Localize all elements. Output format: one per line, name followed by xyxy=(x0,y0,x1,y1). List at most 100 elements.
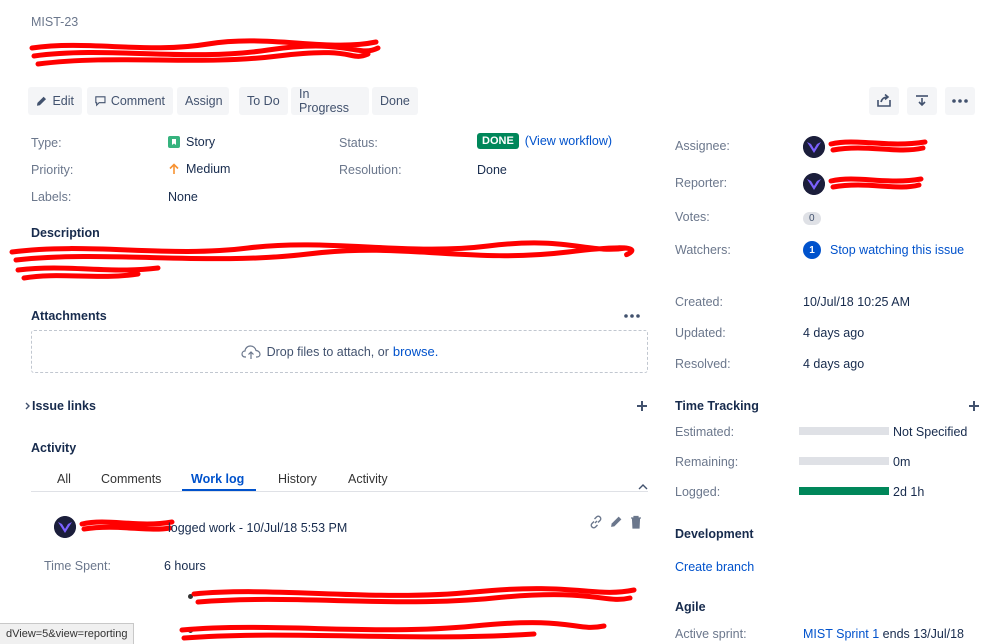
labels-value: None xyxy=(168,190,198,204)
share-button[interactable] xyxy=(869,87,899,115)
labels-label: Labels: xyxy=(31,190,72,204)
export-button[interactable] xyxy=(907,87,937,115)
in-progress-transition-button[interactable]: In Progress xyxy=(291,87,369,115)
resolved-label: Resolved: xyxy=(675,357,731,371)
stop-watching-link[interactable]: Stop watching this issue xyxy=(830,243,964,257)
active-sprint-label: Active sprint: xyxy=(675,627,747,641)
reporter-label: Reporter: xyxy=(675,176,728,190)
assignee-label: Assignee: xyxy=(675,139,730,153)
tab-history[interactable]: History xyxy=(278,472,317,486)
issue-links-toggle[interactable]: Issue links xyxy=(25,399,96,413)
status-field: DONE (View workflow) xyxy=(477,133,612,149)
watchers-field: 1 Stop watching this issue xyxy=(803,241,964,259)
redacted-worklog-author xyxy=(79,519,175,532)
create-branch-link[interactable]: Create branch xyxy=(675,560,754,574)
watchers-label: Watchers: xyxy=(675,243,731,257)
share-icon xyxy=(877,94,891,107)
issue-links-heading: Issue links xyxy=(32,399,96,413)
attachments-more-button[interactable] xyxy=(624,306,640,321)
view-workflow-link[interactable]: (View workflow) xyxy=(525,134,612,148)
comment-button[interactable]: Comment xyxy=(87,87,173,115)
resolved-value: 4 days ago xyxy=(803,357,865,371)
collapse-activity-button[interactable] xyxy=(638,478,648,493)
redacted-assignee-name xyxy=(828,139,928,153)
todo-transition-button[interactable]: To Do xyxy=(239,87,288,115)
updated-label: Updated: xyxy=(675,326,726,340)
type-value: Story xyxy=(186,135,216,149)
sprint-ends: ends 13/Jul/18 xyxy=(882,627,964,641)
redacted-summary xyxy=(29,38,381,67)
resolution-value: Done xyxy=(477,163,507,177)
sprint-link[interactable]: MIST Sprint 1 xyxy=(803,627,879,641)
bullet xyxy=(188,628,193,633)
redacted-description xyxy=(9,240,635,281)
avatar-icon xyxy=(803,173,825,195)
votes-count: 0 xyxy=(803,212,821,225)
story-icon xyxy=(168,136,180,148)
redacted-reporter-name xyxy=(828,176,924,190)
created-label: Created: xyxy=(675,295,723,309)
time-spent-label: Time Spent: xyxy=(44,559,111,573)
description-heading: Description xyxy=(31,226,100,240)
reporter-avatar[interactable] xyxy=(803,173,825,195)
logged-bar-fill xyxy=(799,487,889,495)
more-icon xyxy=(624,314,640,318)
chevron-right-icon xyxy=(25,402,30,410)
activity-heading: Activity xyxy=(31,441,77,455)
edit-worklog-icon[interactable] xyxy=(610,515,623,528)
browse-link[interactable]: browse. xyxy=(393,344,439,359)
permalink-icon[interactable] xyxy=(589,515,603,529)
avatar-icon xyxy=(54,516,76,538)
attachment-dropzone[interactable]: Drop files to attach, or browse. xyxy=(31,330,648,373)
updated-value: 4 days ago xyxy=(803,326,865,340)
priority-field: Medium xyxy=(168,162,230,176)
status-label: Status: xyxy=(339,136,378,150)
attachments-heading: Attachments xyxy=(31,309,107,323)
remaining-bar xyxy=(799,457,889,465)
worklog-author-avatar[interactable] xyxy=(54,516,76,538)
watchers-count[interactable]: 1 xyxy=(803,241,821,259)
edit-button[interactable]: Edit xyxy=(28,87,82,115)
estimated-value: Not Specified xyxy=(893,425,968,439)
status-lozenge: DONE xyxy=(477,133,519,149)
worklog-action: logged work - 10/Jul/18 5:53 PM xyxy=(168,521,348,535)
avatar-icon xyxy=(803,136,825,158)
arrow-up-icon xyxy=(169,163,179,174)
created-value: 10/Jul/18 10:25 AM xyxy=(803,295,911,309)
resolution-label: Resolution: xyxy=(339,163,402,177)
done-transition-button[interactable]: Done xyxy=(372,87,418,115)
type-field: Story xyxy=(168,135,215,149)
votes-badge[interactable]: 0 xyxy=(803,209,821,225)
tab-activity[interactable]: Activity xyxy=(348,472,388,486)
priority-value: Medium xyxy=(186,162,231,176)
trash-icon[interactable] xyxy=(630,515,642,529)
tab-work-log[interactable]: Work log xyxy=(191,472,244,486)
cloud-upload-icon xyxy=(240,344,261,359)
pencil-icon xyxy=(36,96,47,106)
log-work-button[interactable] xyxy=(968,400,980,415)
tab-active-indicator xyxy=(182,489,256,491)
status-bar-url: dView=5&view=reporting xyxy=(0,623,135,644)
estimated-label: Estimated: xyxy=(675,425,735,439)
redacted-worklog-comment xyxy=(179,586,637,641)
assignee-avatar[interactable] xyxy=(803,136,825,158)
time-spent-value: 6 hours xyxy=(164,559,206,573)
dropzone-text: Drop files to attach, or xyxy=(266,344,389,359)
tab-comments[interactable]: Comments xyxy=(101,472,161,486)
assign-button[interactable]: Assign xyxy=(177,87,229,115)
logged-value: 2d 1h xyxy=(893,485,925,499)
more-icon xyxy=(952,99,968,103)
worklog-actions xyxy=(589,515,642,529)
development-heading: Development xyxy=(675,527,754,541)
time-tracking-heading: Time Tracking xyxy=(675,399,759,413)
add-issue-link-button[interactable] xyxy=(636,400,648,415)
tabs-divider xyxy=(31,491,648,492)
issue-key[interactable]: MIST-23 xyxy=(31,15,78,29)
type-label: Type: xyxy=(31,136,62,150)
bullet xyxy=(188,594,193,599)
remaining-label: Remaining: xyxy=(675,455,739,469)
active-sprint-field: MIST Sprint 1 ends 13/Jul/18 xyxy=(803,627,964,641)
more-actions-button[interactable] xyxy=(945,87,975,115)
chevron-up-icon xyxy=(638,484,648,490)
tab-all[interactable]: All xyxy=(57,472,71,486)
